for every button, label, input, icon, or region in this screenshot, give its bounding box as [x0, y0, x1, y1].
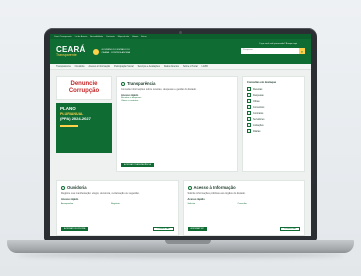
acesso-secondary-button[interactable]: CONSULTAR: [279, 227, 300, 231]
plano-accent: [60, 124, 78, 127]
menu-title: Consultas em destaque: [247, 81, 277, 84]
utility-link[interactable]: Acessibilidade: [90, 36, 103, 38]
gov-text: GOVERNO DO ESTADO DO CEARÁ · CONTROLADOR…: [101, 48, 131, 54]
nav-item[interactable]: Serviços e Avaliações: [138, 66, 160, 68]
transparencia-card: Transparência Consulte informações sobre…: [116, 76, 238, 172]
menu-item-label: Convênios: [253, 105, 265, 109]
transparencia-button[interactable]: ACESSAR TRANSPARÊNCIA: [121, 163, 154, 167]
acesso-title: Acesso à Informação: [193, 185, 236, 190]
menu-item-label: Contratos: [253, 111, 264, 115]
item-icon: [247, 99, 251, 103]
quick-link[interactable]: Registrar: [111, 203, 151, 206]
logo-sub: Transparente: [56, 52, 77, 57]
quick-link[interactable]: Acompanhar: [61, 203, 101, 206]
ouvidoria-card: Ouvidoria Registre sua manifestação: elo…: [56, 180, 179, 236]
utility-link[interactable]: Ceará Transparente: [54, 36, 72, 38]
utility-link[interactable]: Idioma: [132, 36, 138, 38]
laptop-base: [7, 240, 354, 253]
search-bar: Pesquisar ⌕: [241, 48, 305, 54]
plano-line1: PLANO: [60, 106, 76, 111]
denuncie-line2: Corrupção: [68, 88, 100, 94]
nav-item[interactable]: Acesso à Informação: [88, 66, 110, 68]
chat-icon: [61, 185, 65, 190]
utility-link[interactable]: Entrar: [141, 36, 146, 38]
denuncie-line1: Denuncie: [70, 81, 98, 88]
plano-line3: (PPA) 2024-2027: [60, 116, 91, 122]
plano-banner[interactable]: PLANO PLURIANUAL (PPA) 2024-2027: [56, 103, 112, 153]
nav-item[interactable]: Sobre o Portal: [183, 66, 198, 68]
item-icon: [247, 123, 251, 127]
seal-icon: [93, 48, 100, 55]
consultas-menu: Consultas em destaque Receitas Despesas …: [242, 76, 305, 172]
acesso-label: Acesso rápido: [187, 198, 205, 202]
site-header: CEARÁ Transparente GOVERNO DO ESTADO DO …: [50, 39, 311, 64]
search-button[interactable]: ⌕: [299, 48, 305, 54]
menu-item[interactable]: Diárias: [247, 128, 300, 134]
acesso-button[interactable]: ACESSAR SIC: [187, 227, 207, 231]
acesso-card: Acesso à Informação Solicite informações…: [182, 180, 305, 236]
search-icon: ⌕: [300, 48, 304, 54]
nav-item[interactable]: Participação Social: [114, 66, 134, 68]
quick-link[interactable]: Obras e contratos: [121, 100, 233, 103]
transparencia-text: Consulte informações sobre receitas, des…: [121, 88, 197, 91]
menu-item-label: Obras: [253, 99, 260, 103]
site-logo[interactable]: CEARÁ Transparente: [56, 45, 85, 58]
utility-link[interactable]: Mapa do site: [118, 36, 129, 38]
menu-item-label: Receitas: [253, 87, 263, 91]
item-icon: [247, 117, 251, 121]
acesso-text: Solicite informações públicas aos órgãos…: [187, 192, 246, 195]
quick-link[interactable]: Solicitar: [188, 203, 228, 206]
menu-item-label: Servidores: [253, 117, 265, 121]
search-hint: O que você está procurando? Busque aqui: [258, 43, 297, 45]
ouvidoria-button[interactable]: ACESSAR OUVIDORIA: [61, 227, 89, 231]
nav-item[interactable]: Dados Abertos: [164, 66, 179, 68]
info-icon: [187, 185, 192, 190]
nav-item[interactable]: Transparência: [56, 66, 71, 68]
menu-item-label: Diárias: [253, 129, 261, 133]
transparencia-title: Transparência: [127, 81, 156, 86]
item-icon: [247, 93, 251, 97]
nav-item[interactable]: Ouvidoria: [75, 66, 85, 68]
browser-screen: Ceará Transparente Lei de Acesso Acessib…: [50, 34, 311, 236]
denuncie-banner[interactable]: Denuncie Corrupção: [56, 76, 112, 100]
search-icon: [121, 81, 125, 86]
quick-link[interactable]: Consultar: [238, 203, 278, 206]
utility-link[interactable]: Contraste: [106, 36, 115, 38]
search-input[interactable]: Pesquisar: [241, 48, 299, 54]
menu-item-label: Licitações: [253, 123, 264, 127]
item-icon: [247, 87, 251, 91]
main-content: Denuncie Corrupção PLANO PLURIANUAL (PPA…: [50, 70, 311, 236]
item-icon: [247, 111, 251, 115]
utility-link[interactable]: Lei de Acesso: [75, 36, 87, 38]
ouvidoria-secondary-button[interactable]: CONSULTAR: [153, 227, 174, 231]
menu-item-label: Despesas: [253, 93, 264, 97]
item-icon: [247, 129, 251, 133]
ouvidoria-text: Registre sua manifestação: elogio, denún…: [61, 192, 140, 195]
item-icon: [247, 105, 251, 109]
government-brand: GOVERNO DO ESTADO DO CEARÁ · CONTROLADOR…: [93, 48, 133, 55]
ouvidoria-label: Acesso rápido: [61, 198, 79, 202]
nav-item[interactable]: LGPD: [202, 66, 208, 68]
ouvidoria-title: Ouvidoria: [67, 185, 87, 190]
laptop-notch: [165, 240, 211, 244]
